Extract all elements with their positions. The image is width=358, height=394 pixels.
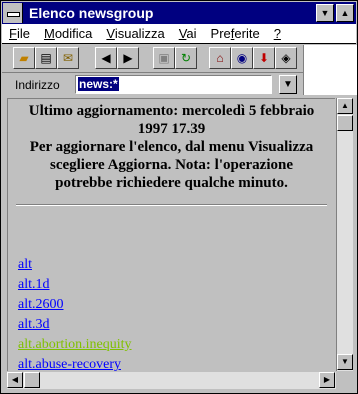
minimize-button[interactable]: ▼ bbox=[316, 4, 334, 22]
forward-button[interactable]: ▶ bbox=[117, 47, 139, 69]
system-menu-icon[interactable] bbox=[3, 3, 23, 23]
search-icon: ◉ bbox=[236, 51, 248, 65]
menu-preferite[interactable]: Preferite bbox=[204, 26, 267, 41]
newsgroup-link-visited[interactable]: alt.abortion.inequity bbox=[18, 335, 132, 355]
menu-file[interactable]: File bbox=[2, 26, 37, 41]
print-button[interactable]: ▤ bbox=[35, 47, 57, 69]
header-line: 1997 17.39 bbox=[137, 121, 206, 137]
address-dropdown-button[interactable]: ▼ bbox=[279, 75, 297, 94]
maximize-button[interactable]: ▲ bbox=[336, 4, 354, 22]
address-bar: Indirizzo news:* ▼ bbox=[2, 45, 357, 96]
newsgroup-link[interactable]: alt.1d bbox=[18, 275, 132, 295]
menu-visualizza[interactable]: Visualizza bbox=[99, 26, 171, 41]
arrow-right-icon: ▶ bbox=[323, 375, 331, 384]
home-icon: ⌂ bbox=[216, 51, 224, 65]
newsgroup-link[interactable]: alt.abuse-recovery bbox=[18, 355, 132, 371]
window-title: Elenco newsgroup bbox=[29, 5, 154, 21]
page-header: Ultimo aggiornamento: mercoledì 5 febbra… bbox=[8, 99, 335, 192]
newsgroup-link[interactable]: alt.2600 bbox=[18, 295, 132, 315]
minimize-icon: ▼ bbox=[320, 7, 330, 18]
header-line: Ultimo aggiornamento: mercoledì 5 febbra… bbox=[28, 103, 315, 119]
page-content: Ultimo aggiornamento: mercoledì 5 febbra… bbox=[7, 98, 335, 371]
mail-icon: ✉ bbox=[62, 51, 74, 65]
address-input[interactable]: news:* bbox=[75, 75, 272, 94]
header-line: potrebbe richiedere qualche minuto. bbox=[55, 175, 288, 191]
header-line: scegliere Aggiorna. Nota: l'operazione bbox=[49, 157, 293, 173]
address-value: news:* bbox=[78, 77, 119, 91]
vertical-scrollbar[interactable]: ▲ ▼ bbox=[336, 98, 353, 371]
favorites-icon: ⬇ bbox=[258, 51, 270, 65]
divider bbox=[16, 204, 327, 206]
menu-vai[interactable]: Vai bbox=[172, 26, 204, 41]
font-button[interactable]: ◈ bbox=[275, 47, 297, 69]
scroll-left-button[interactable]: ◀ bbox=[7, 372, 23, 388]
stop-icon: ▣ bbox=[158, 51, 170, 65]
stop-button[interactable]: ▣ bbox=[153, 47, 175, 69]
arrow-left-icon: ◀ bbox=[101, 51, 111, 65]
open-folder-button[interactable]: ▰ bbox=[13, 47, 35, 69]
printer-icon: ▤ bbox=[40, 51, 52, 65]
chevron-down-icon: ▼ bbox=[283, 79, 293, 90]
header-line: Per aggiornare l'elenco, dal menu Visual… bbox=[29, 139, 314, 155]
horizontal-scroll-thumb[interactable] bbox=[24, 372, 40, 388]
vertical-scroll-thumb[interactable] bbox=[337, 115, 353, 131]
font-icon: ◈ bbox=[281, 51, 291, 65]
arrow-down-icon: ▼ bbox=[341, 357, 349, 366]
newsgroup-link[interactable]: alt bbox=[18, 255, 132, 275]
back-button[interactable]: ◀ bbox=[95, 47, 117, 69]
search-button[interactable]: ◉ bbox=[231, 47, 253, 69]
menu-bar: File Modifica Visualizza Vai Preferite ? bbox=[2, 24, 356, 44]
menu-help[interactable]: ? bbox=[267, 26, 288, 41]
arrow-right-icon: ▶ bbox=[123, 51, 133, 65]
title-bar[interactable]: Elenco newsgroup ▼ ▲ bbox=[2, 2, 356, 24]
scrollbar-corner bbox=[336, 372, 353, 389]
horizontal-scrollbar[interactable]: ◀ ▶ bbox=[7, 372, 353, 389]
mail-button[interactable]: ✉ bbox=[57, 47, 79, 69]
refresh-icon: ↻ bbox=[180, 51, 192, 65]
folder-open-icon: ▰ bbox=[19, 51, 29, 65]
logo-area bbox=[303, 45, 357, 95]
home-button[interactable]: ⌂ bbox=[209, 47, 231, 69]
scroll-down-button[interactable]: ▼ bbox=[337, 354, 353, 370]
newsgroup-list: alt alt.1d alt.2600 alt.3d alt.abortion.… bbox=[18, 255, 132, 371]
newsgroup-link[interactable]: alt.3d bbox=[18, 315, 132, 335]
arrow-up-icon: ▲ bbox=[341, 101, 349, 110]
arrow-left-icon: ◀ bbox=[11, 375, 19, 384]
scroll-up-button[interactable]: ▲ bbox=[337, 98, 353, 114]
browser-window: Elenco newsgroup ▼ ▲ File Modifica Visua… bbox=[0, 0, 358, 394]
favorites-button[interactable]: ⬇ bbox=[253, 47, 275, 69]
menu-modifica[interactable]: Modifica bbox=[37, 26, 99, 41]
maximize-icon: ▲ bbox=[340, 7, 350, 18]
address-label: Indirizzo bbox=[15, 78, 60, 92]
refresh-button[interactable]: ↻ bbox=[175, 47, 197, 69]
scroll-right-button[interactable]: ▶ bbox=[319, 372, 335, 388]
